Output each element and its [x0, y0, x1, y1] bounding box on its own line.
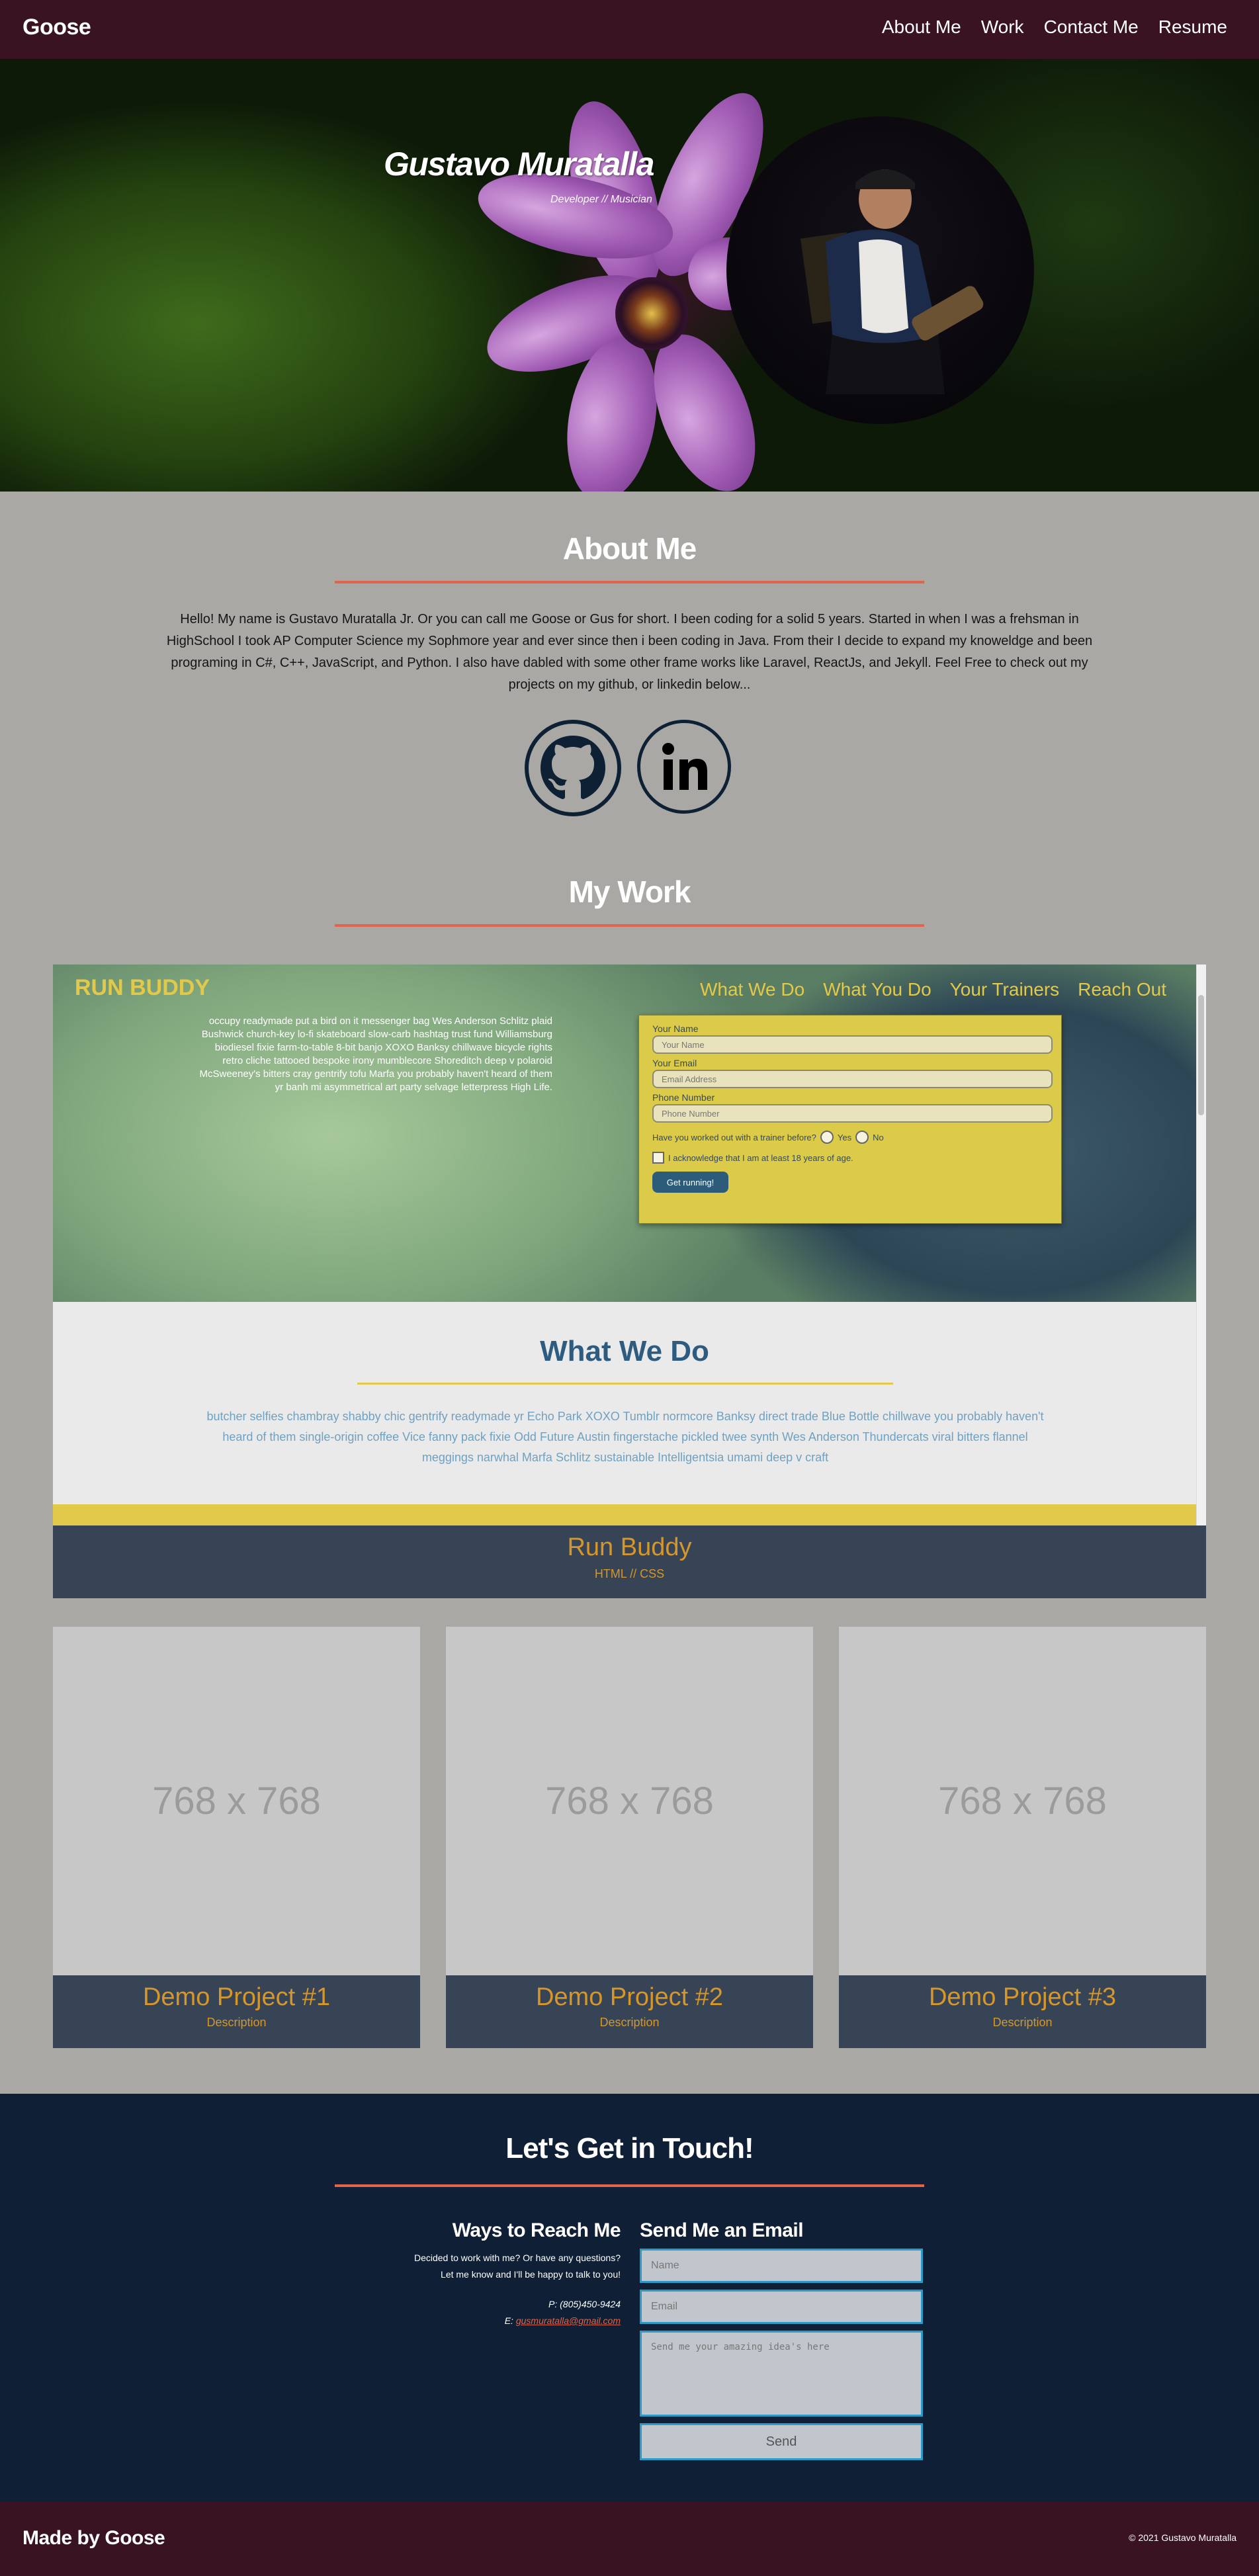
project-desc: Description: [599, 2016, 660, 2029]
email-prefix: E:: [504, 2315, 516, 2326]
screenshot-nav: What We Do What You Do Your Trainers Rea…: [700, 979, 1166, 1000]
nav-link-contact[interactable]: Contact Me: [1044, 17, 1139, 38]
project-title: Demo Project #1: [142, 1983, 330, 2011]
form-label: Your Name: [652, 1023, 699, 1034]
form-name-input: Your Name: [652, 1035, 1053, 1054]
profile-photo: [726, 116, 1034, 424]
form-ack-row: I acknowledge that I am at least 18 year…: [652, 1152, 1048, 1164]
phone-number: P: (805)450-9424: [548, 2299, 621, 2309]
project-title: Run Buddy: [567, 1533, 692, 1561]
form-label: Phone Number: [652, 1092, 715, 1103]
screenshot-copy: occupy readymade put a bird on it messen…: [199, 1015, 553, 1093]
about-text: Hello! My name is Gustavo Muratalla Jr. …: [166, 612, 1093, 692]
form-phone-input: Phone Number: [652, 1104, 1053, 1123]
email-link[interactable]: gusmuratalla@gmail.com: [516, 2315, 621, 2326]
about-divider: [335, 581, 924, 583]
project-card-2[interactable]: 768 x 768 Demo Project #2 Description: [446, 1627, 813, 2048]
ways-text: Decided to work with me? Or have any que…: [331, 2250, 621, 2283]
nav-link-work[interactable]: Work: [981, 17, 1024, 38]
hero-banner: Gustavo Muratalla Developer // Musician: [0, 59, 1259, 492]
project-desc: Description: [992, 2016, 1053, 2029]
radio-yes: [820, 1131, 834, 1144]
scroll-thumb: [1198, 995, 1204, 1115]
top-navbar: Goose About Me Work Contact Me Resume: [0, 0, 1259, 59]
nav-link-resume[interactable]: Resume: [1158, 17, 1227, 38]
github-icon: [541, 736, 605, 799]
project-image-placeholder: 768 x 768: [53, 1627, 420, 1975]
screenshot-hero: RUN BUDDY What We Do What You Do Your Tr…: [53, 965, 1196, 1302]
send-button[interactable]: Send: [640, 2423, 923, 2460]
form-trainer-question: Have you worked out with a trainer befor…: [652, 1131, 1048, 1144]
contact-details: P: (805)450-9424 E: gusmuratalla@gmail.c…: [331, 2296, 621, 2329]
project-card-3[interactable]: 768 x 768 Demo Project #3 Description: [839, 1627, 1206, 2048]
screenshot-divider: [357, 1383, 893, 1385]
hero-subtitle: Developer // Musician: [550, 194, 652, 205]
form-email-input: Email Address: [652, 1070, 1053, 1088]
screenshot-section-body: butcher selfies chambray shabby chic gen…: [206, 1410, 1044, 1464]
radio-yes-label: Yes: [837, 1132, 852, 1142]
screenshot-signup-form: Your Name Your Name Your Email Email Add…: [638, 1015, 1062, 1224]
linkedin-icon: [662, 743, 707, 790]
screenshot-scrollbar: [1196, 965, 1206, 1525]
nav-links: About Me Work Contact Me Resume: [882, 17, 1227, 38]
form-submit-button: Get running!: [652, 1172, 728, 1193]
footer-copyright: © 2021 Gustavo Muratalla: [1129, 2532, 1237, 2543]
nav-link-about[interactable]: About Me: [882, 17, 961, 38]
featured-project[interactable]: RUN BUDDY What We Do What You Do Your Tr…: [53, 965, 1206, 1598]
message-textarea[interactable]: Send me your amazing idea's here: [640, 2331, 923, 2417]
project-title: Demo Project #3: [928, 1983, 1116, 2011]
contact-title: Let's Get in Touch!: [505, 2132, 754, 2165]
project-desc: Description: [206, 2016, 267, 2029]
email-input[interactable]: Email: [640, 2290, 923, 2324]
screenshot-nav-item: What You Do: [823, 979, 932, 1000]
project-image-placeholder: 768 x 768: [446, 1627, 813, 1975]
ways-line: Let me know and I'll be happy to talk to…: [441, 2269, 621, 2280]
form-ack-checkbox: [652, 1152, 664, 1164]
footer: Made by Goose © 2021 Gustavo Muratalla: [0, 2502, 1259, 2576]
radio-no-label: No: [873, 1132, 884, 1142]
placeholder-size: 768 x 768: [545, 1780, 714, 1823]
project-card-caption: Demo Project #1 Description: [53, 1975, 420, 2048]
project-image-placeholder: 768 x 768: [839, 1627, 1206, 1975]
name-input[interactable]: Name: [640, 2249, 923, 2283]
screenshot-nav-item: Your Trainers: [949, 979, 1060, 1000]
screenshot-nav-item: What We Do: [699, 979, 805, 1000]
linkedin-link[interactable]: [637, 720, 731, 814]
project-desc: HTML // CSS: [594, 1567, 665, 1580]
about-title: About Me: [562, 531, 697, 566]
flower-center: [615, 277, 688, 350]
work-divider: [335, 924, 924, 927]
form-ack-text: I acknowledge that I am at least 18 year…: [668, 1152, 853, 1163]
project-card-caption: Demo Project #3 Description: [839, 1975, 1206, 2048]
ways-to-reach: Ways to Reach Me Decided to work with me…: [331, 2219, 621, 2329]
project-card-caption: Demo Project #2 Description: [446, 1975, 813, 2048]
project-card-1[interactable]: 768 x 768 Demo Project #1 Description: [53, 1627, 420, 2048]
hero-name: Gustavo Muratalla: [384, 146, 654, 183]
screenshot-yellow-band: [53, 1504, 1196, 1525]
github-link[interactable]: [525, 720, 621, 816]
ways-line: Decided to work with me? Or have any que…: [413, 2253, 621, 2263]
radio-no: [855, 1131, 869, 1144]
placeholder-size: 768 x 768: [152, 1780, 321, 1823]
project-title: Demo Project #2: [535, 1983, 723, 2011]
project-screenshot: RUN BUDDY What We Do What You Do Your Tr…: [53, 965, 1206, 1525]
form-question-text: Have you worked out with a trainer befor…: [652, 1132, 816, 1142]
screenshot-nav-item: Reach Out: [1078, 979, 1166, 1000]
form-label: Your Email: [652, 1058, 697, 1068]
brand-logo[interactable]: Goose: [22, 15, 91, 40]
ways-title: Ways to Reach Me: [452, 2219, 621, 2241]
work-title: My Work: [568, 875, 691, 909]
screenshot-section-title: What We Do: [540, 1335, 709, 1367]
footer-made-by: Made by Goose: [22, 2527, 165, 2549]
send-title: Send Me an Email: [640, 2219, 804, 2241]
contact-section: Let's Get in Touch! Ways to Reach Me Dec…: [0, 2094, 1259, 2502]
placeholder-size: 768 x 768: [938, 1780, 1107, 1823]
email-form: Send Me an Email Name Email Send me your…: [640, 2219, 923, 2460]
featured-project-caption: Run Buddy HTML // CSS: [53, 1525, 1206, 1598]
contact-divider: [335, 2184, 924, 2187]
screenshot-brand: RUN BUDDY: [75, 975, 210, 1000]
